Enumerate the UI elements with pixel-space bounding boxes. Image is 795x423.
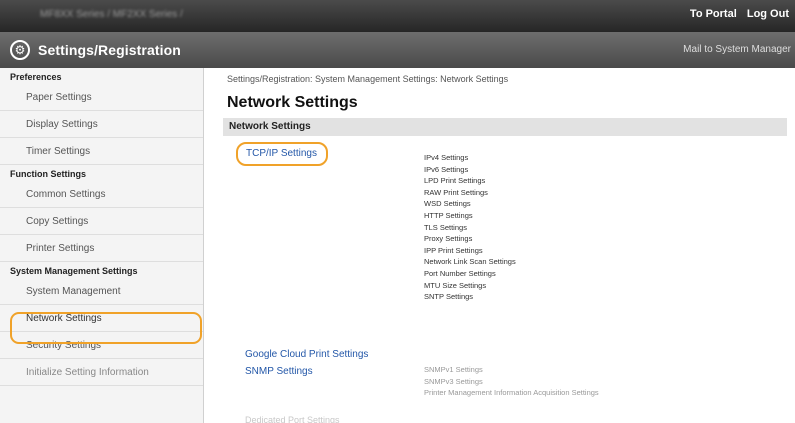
sidebar-heading-function-settings: Function Settings: [10, 169, 86, 179]
top-links: To Portal Log Out: [683, 8, 789, 20]
list-item[interactable]: IPv4 Settings: [424, 152, 516, 164]
sidebar-selection-highlight: [10, 312, 202, 344]
list-item[interactable]: LPD Print Settings: [424, 175, 516, 187]
sidebar-item-copy-settings[interactable]: Copy Settings: [0, 208, 203, 235]
list-item[interactable]: Proxy Settings: [424, 233, 516, 245]
main-content: Settings/Registration: System Management…: [205, 68, 795, 423]
page-title: Network Settings: [227, 94, 358, 111]
sidebar-item-paper-settings[interactable]: Paper Settings: [0, 84, 203, 111]
breadcrumb: Settings/Registration: System Management…: [227, 74, 509, 84]
sidebar-item-display-settings[interactable]: Display Settings: [0, 111, 203, 138]
list-item[interactable]: IPP Print Settings: [424, 245, 516, 257]
title-bar: ⚙ Settings/Registration Mail to System M…: [0, 32, 795, 68]
list-item[interactable]: Port Number Settings: [424, 268, 516, 280]
sidebar-item-timer-settings[interactable]: Timer Settings: [0, 138, 203, 165]
list-item[interactable]: WSD Settings: [424, 198, 516, 210]
snmp-settings-link[interactable]: SNMP Settings: [245, 366, 313, 377]
list-item[interactable]: HTTP Settings: [424, 210, 516, 222]
list-item[interactable]: TLS Settings: [424, 222, 516, 234]
snmp-sub-list: SNMPv1 Settings SNMPv3 Settings Printer …: [424, 364, 599, 399]
list-item[interactable]: RAW Print Settings: [424, 187, 516, 199]
top-bar: MF8XX Series / MF2XX Series / To Portal …: [0, 0, 795, 32]
list-item[interactable]: MTU Size Settings: [424, 280, 516, 292]
sidebar-item-common-settings[interactable]: Common Settings: [0, 181, 203, 208]
sidebar-item-initialize-setting-information[interactable]: Initialize Setting Information: [0, 359, 203, 386]
app-title: Settings/Registration: [38, 42, 181, 58]
device-model-text: MF8XX Series / MF2XX Series /: [40, 9, 183, 20]
section-header: Network Settings: [223, 118, 787, 136]
list-item[interactable]: SNTP Settings: [424, 291, 516, 303]
sidebar-item-system-management[interactable]: System Management: [0, 278, 203, 305]
list-item[interactable]: SNMPv1 Settings: [424, 364, 599, 376]
log-out-link[interactable]: Log Out: [747, 8, 789, 20]
to-portal-link[interactable]: To Portal: [690, 8, 737, 20]
list-item[interactable]: IPv6 Settings: [424, 164, 516, 176]
list-item[interactable]: Network Link Scan Settings: [424, 256, 516, 268]
list-item[interactable]: Printer Management Information Acquisiti…: [424, 387, 599, 399]
tcpip-sub-list: IPv4 Settings IPv6 Settings LPD Print Se…: [424, 152, 516, 303]
tcpip-link-highlight: [236, 142, 328, 166]
mail-to-system-manager-link[interactable]: Mail to System Manager: [683, 44, 791, 55]
sidebar-heading-preferences: Preferences: [10, 72, 62, 82]
google-cloud-print-settings-link[interactable]: Google Cloud Print Settings: [245, 349, 368, 360]
settings-icon: ⚙: [10, 40, 30, 60]
sidebar-item-printer-settings[interactable]: Printer Settings: [0, 235, 203, 262]
sidebar: Preferences Paper Settings Display Setti…: [0, 68, 204, 423]
sidebar-heading-system-management-settings: System Management Settings: [10, 266, 138, 276]
dedicated-port-settings-link[interactable]: Dedicated Port Settings: [245, 415, 340, 423]
list-item[interactable]: SNMPv3 Settings: [424, 376, 599, 388]
